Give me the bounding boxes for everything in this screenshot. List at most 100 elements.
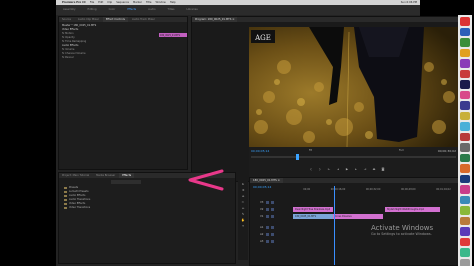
tab-effects[interactable]: Effects [119,173,135,178]
timeline-clip[interactable]: Cross Dissolve [333,214,383,220]
app-icon[interactable] [460,48,470,57]
timeline-clip[interactable]: Dusk Night Tree Shadows.mp4 [293,207,333,213]
lift-icon[interactable]: ⏏ [372,167,376,171]
tab-sequence[interactable]: 180_0025_01.MTS ≡ [250,178,283,183]
ruler-tick: 00;00;32;00 [365,188,381,191]
ec-panner[interactable]: fx Panner [59,56,187,60]
track-eye-icon[interactable] [271,215,274,219]
app-icon[interactable] [460,59,470,68]
mark-out-icon[interactable]: } [318,167,322,171]
program-scrubber[interactable] [251,154,456,160]
trash-icon[interactable] [460,258,470,266]
app-icon[interactable] [460,69,470,78]
tab-media-browser[interactable]: Media Browser [93,173,118,178]
track-mute-icon[interactable] [266,226,269,230]
track-lock-icon[interactable] [266,215,269,219]
app-icon[interactable] [460,143,470,152]
app-icon[interactable] [460,248,470,257]
track-eye-icon[interactable] [271,208,274,212]
app-icon[interactable] [460,132,470,141]
app-icon[interactable] [460,17,470,26]
workspace-tab-editing[interactable]: Editing [85,5,100,15]
timeline-timecode[interactable]: 00;00;05;14 [253,185,271,189]
play-icon[interactable]: ▶ [345,167,349,171]
ec-clip-bar[interactable]: 180_0025_01.MTS [159,33,187,37]
razor-tool-icon[interactable]: ✂ [242,201,245,204]
app-icon[interactable] [460,237,470,246]
workspace-tab-audio[interactable]: Audio [145,5,158,15]
app-icon[interactable] [460,80,470,89]
app-icon[interactable] [460,195,470,204]
program-timecode-current[interactable]: 00;00;05;14 [251,149,269,153]
track-select-tool-icon[interactable]: ⇉ [242,189,245,192]
step-back-icon[interactable]: ◂ [336,167,340,171]
app-icon[interactable] [460,164,470,173]
timeline-playhead[interactable] [334,186,335,265]
hand-tool-icon[interactable]: ✋ [241,219,245,222]
timeline-tabs: 180_0025_01.MTS ≡ [250,178,463,183]
program-video-frame[interactable]: AGE [249,27,458,147]
track-eye-icon[interactable] [271,201,274,205]
app-icon[interactable] [460,206,470,215]
folder-icon [64,206,67,210]
track-v1[interactable]: V1 180_0025_01.MTS Cross Dissolve [252,214,461,220]
app-icon[interactable] [460,111,470,120]
step-forward-icon[interactable]: ▸ [354,167,358,171]
program-playhead[interactable] [296,154,299,160]
tab-program[interactable]: Program: 180_0025_01.MTS ≡ [192,17,238,22]
track-a3[interactable]: A3 [252,239,461,245]
timeline-clip[interactable]: 180_0025_01.MTS [293,214,333,220]
track-lock-icon[interactable] [266,208,269,212]
tab-effect-controls[interactable]: Effect Controls [102,17,128,22]
folder-icon [64,190,67,194]
app-icon[interactable] [460,27,470,36]
app-icon[interactable] [460,38,470,47]
go-to-out-icon[interactable]: ⇥ [363,167,367,171]
track-solo-icon[interactable] [271,233,274,237]
windows-activation-watermark: Activate Windows Go to Settings to activ… [371,224,433,237]
track-solo-icon[interactable] [271,240,274,244]
program-zoom-select[interactable]: Fit [309,149,312,152]
workspace-tab-titles[interactable]: Titles [165,5,178,15]
app-icon[interactable] [460,101,470,110]
track-v3[interactable]: V3 [252,200,461,206]
tab-audio-clip-mixer[interactable]: Audio Clip Mixer [75,17,102,22]
timeline-ruler[interactable]: 00;00 00;00;16;00 00;00;32;00 00;00;48;0… [293,188,461,193]
selection-tool-icon[interactable]: ➤ [242,183,245,186]
program-timecode-duration: 00;00;30;02 [437,149,456,153]
type-tool-icon[interactable]: T [242,225,244,228]
tab-audio-track-mixer[interactable]: Audio Track Mixer [129,17,158,22]
timeline-clip[interactable]: Stylish Night Walkthroughs.mp4 [385,207,440,213]
app-icon[interactable] [460,90,470,99]
watermark-title: Activate Windows [371,224,434,232]
app-icon[interactable] [460,122,470,131]
app-icon[interactable] [460,174,470,183]
tab-project[interactable]: Project: Main Tutorial [59,173,92,178]
mark-in-icon[interactable]: { [309,167,313,171]
program-quality-select[interactable]: Full [399,149,403,152]
track-solo-icon[interactable] [271,226,274,230]
track-mute-icon[interactable] [266,240,269,244]
track-lock-icon[interactable] [266,201,269,205]
slip-tool-icon[interactable]: ↔ [242,207,245,210]
track-v2[interactable]: V2 Dusk Night Tree Shadows.mp4 Stylish N… [252,207,461,213]
premiere-workspace: Assembly Editing Color Effects Audio Tit… [56,5,472,266]
app-icon[interactable] [460,153,470,162]
workspace-tab-color[interactable]: Color [106,5,119,15]
workspace-tab-libraries[interactable]: Libraries [183,5,200,15]
workspace-tab-effects[interactable]: Effects [124,5,139,15]
export-frame-icon[interactable]: ◙ [381,167,385,171]
program-tabs: Program: 180_0025_01.MTS ≡ [192,17,459,22]
ripple-edit-tool-icon[interactable]: ⇹ [242,195,245,198]
app-icon[interactable] [460,216,470,225]
app-icon[interactable] [460,227,470,236]
ruler-tick: 00;01;04;02 [436,188,451,191]
go-to-in-icon[interactable]: ⇤ [327,167,331,171]
app-icon[interactable] [460,185,470,194]
tab-source[interactable]: Source [59,17,74,22]
pen-tool-icon[interactable]: ✎ [242,213,245,216]
track-mute-icon[interactable] [266,233,269,237]
effects-item-video-transitions[interactable]: Video Transitions [59,206,235,210]
workspace-tab-assembly[interactable]: Assembly [60,5,79,15]
effects-search-input[interactable] [111,180,141,184]
